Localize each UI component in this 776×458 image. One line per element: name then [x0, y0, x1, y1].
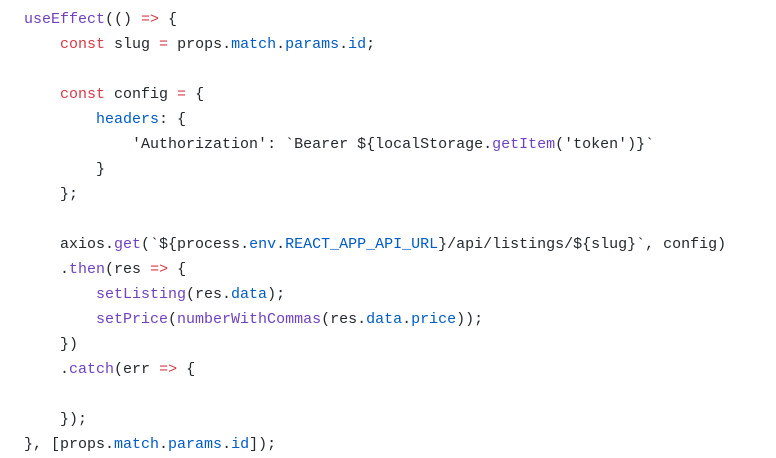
code-token: price [411, 311, 457, 328]
code-line: .catch(err => { [24, 357, 776, 382]
code-token: getItem [492, 136, 556, 153]
code-token: => [159, 361, 178, 378]
code-token: data [366, 311, 403, 328]
code-token: }); [60, 411, 88, 428]
code-token: )); [456, 311, 484, 328]
code-token: . [276, 236, 286, 253]
code-line: }; [24, 182, 776, 207]
code-token: . [222, 436, 232, 453]
code-token: (() [105, 11, 142, 28]
code-line: } [24, 157, 776, 182]
code-token: `Bearer ${localStorage. [285, 136, 493, 153]
code-token: env [249, 236, 277, 253]
code-token: }; [60, 186, 79, 203]
code-token: { [168, 261, 187, 278]
code-token: . [60, 361, 70, 378]
code-line: const config = { [24, 82, 776, 107]
code-token: setPrice [96, 311, 169, 328]
code-token: (`${process. [141, 236, 250, 253]
code-token: . [159, 436, 169, 453]
code-line: setPrice(numberWithCommas(res.data.price… [24, 307, 776, 332]
code-token: const [60, 86, 106, 103]
code-token: numberWithCommas [177, 311, 322, 328]
code-token: ]); [249, 436, 277, 453]
code-token: match [231, 36, 277, 53]
code-token: slug [105, 36, 160, 53]
code-token: { [159, 11, 178, 28]
code-token: useEffect [24, 11, 106, 28]
code-token: setListing [96, 286, 187, 303]
code-line: }); [24, 407, 776, 432]
code-token: . [60, 261, 70, 278]
code-token: match [114, 436, 160, 453]
code-token: id [231, 436, 250, 453]
code-line: }, [props.match.params.id]); [24, 432, 776, 457]
code-token: (err [114, 361, 160, 378]
code-token: }, [props. [24, 436, 115, 453]
code-token: }) [60, 336, 79, 353]
code-token: . [402, 311, 412, 328]
code-line: }) [24, 332, 776, 357]
code-token: headers [96, 111, 160, 128]
code-token: params [285, 36, 340, 53]
code-token: catch [69, 361, 115, 378]
code-token: . [339, 36, 349, 53]
code-token: (res. [321, 311, 367, 328]
code-token: : { [159, 111, 187, 128]
code-token: config [105, 86, 178, 103]
code-token: . [276, 36, 286, 53]
code-line: headers: { [24, 107, 776, 132]
code-token: REACT_APP_API_URL [285, 236, 439, 253]
code-line: setListing(res.data); [24, 282, 776, 307]
code-token: id [348, 36, 367, 53]
code-token: params [168, 436, 223, 453]
code-token: = [159, 36, 169, 53]
code-token: axios. [60, 236, 115, 253]
code-line: 'Authorization': `Bearer ${localStorage.… [24, 132, 776, 157]
code-line: axios.get(`${process.env.REACT_APP_API_U… [24, 232, 776, 257]
code-token: => [141, 11, 160, 28]
code-token: (res [105, 261, 151, 278]
code-line: useEffect(() => { [24, 7, 776, 32]
code-token: const [60, 36, 106, 53]
code-token: { [186, 86, 205, 103]
code-token: data [231, 286, 268, 303]
code-token: then [69, 261, 106, 278]
code-token: { [177, 361, 196, 378]
code-token: ; [366, 36, 376, 53]
code-token: : [267, 136, 286, 153]
code-line: .then(res => { [24, 257, 776, 282]
code-token: ('token')}` [555, 136, 655, 153]
code-block: useEffect(() => { const slug = props.mat… [0, 0, 776, 458]
code-token: }/api/listings/${slug}`, config) [438, 236, 727, 253]
code-token: props. [168, 36, 232, 53]
code-token: ( [168, 311, 178, 328]
code-token: = [177, 86, 187, 103]
code-line: const slug = props.match.params.id; [24, 32, 776, 57]
code-lines: useEffect(() => { const slug = props.mat… [24, 7, 776, 457]
code-token: => [150, 261, 169, 278]
code-token: 'Authorization' [132, 136, 268, 153]
code-token: (res. [186, 286, 232, 303]
code-token: get [114, 236, 142, 253]
code-token: ); [267, 286, 286, 303]
code-token: } [96, 161, 106, 178]
